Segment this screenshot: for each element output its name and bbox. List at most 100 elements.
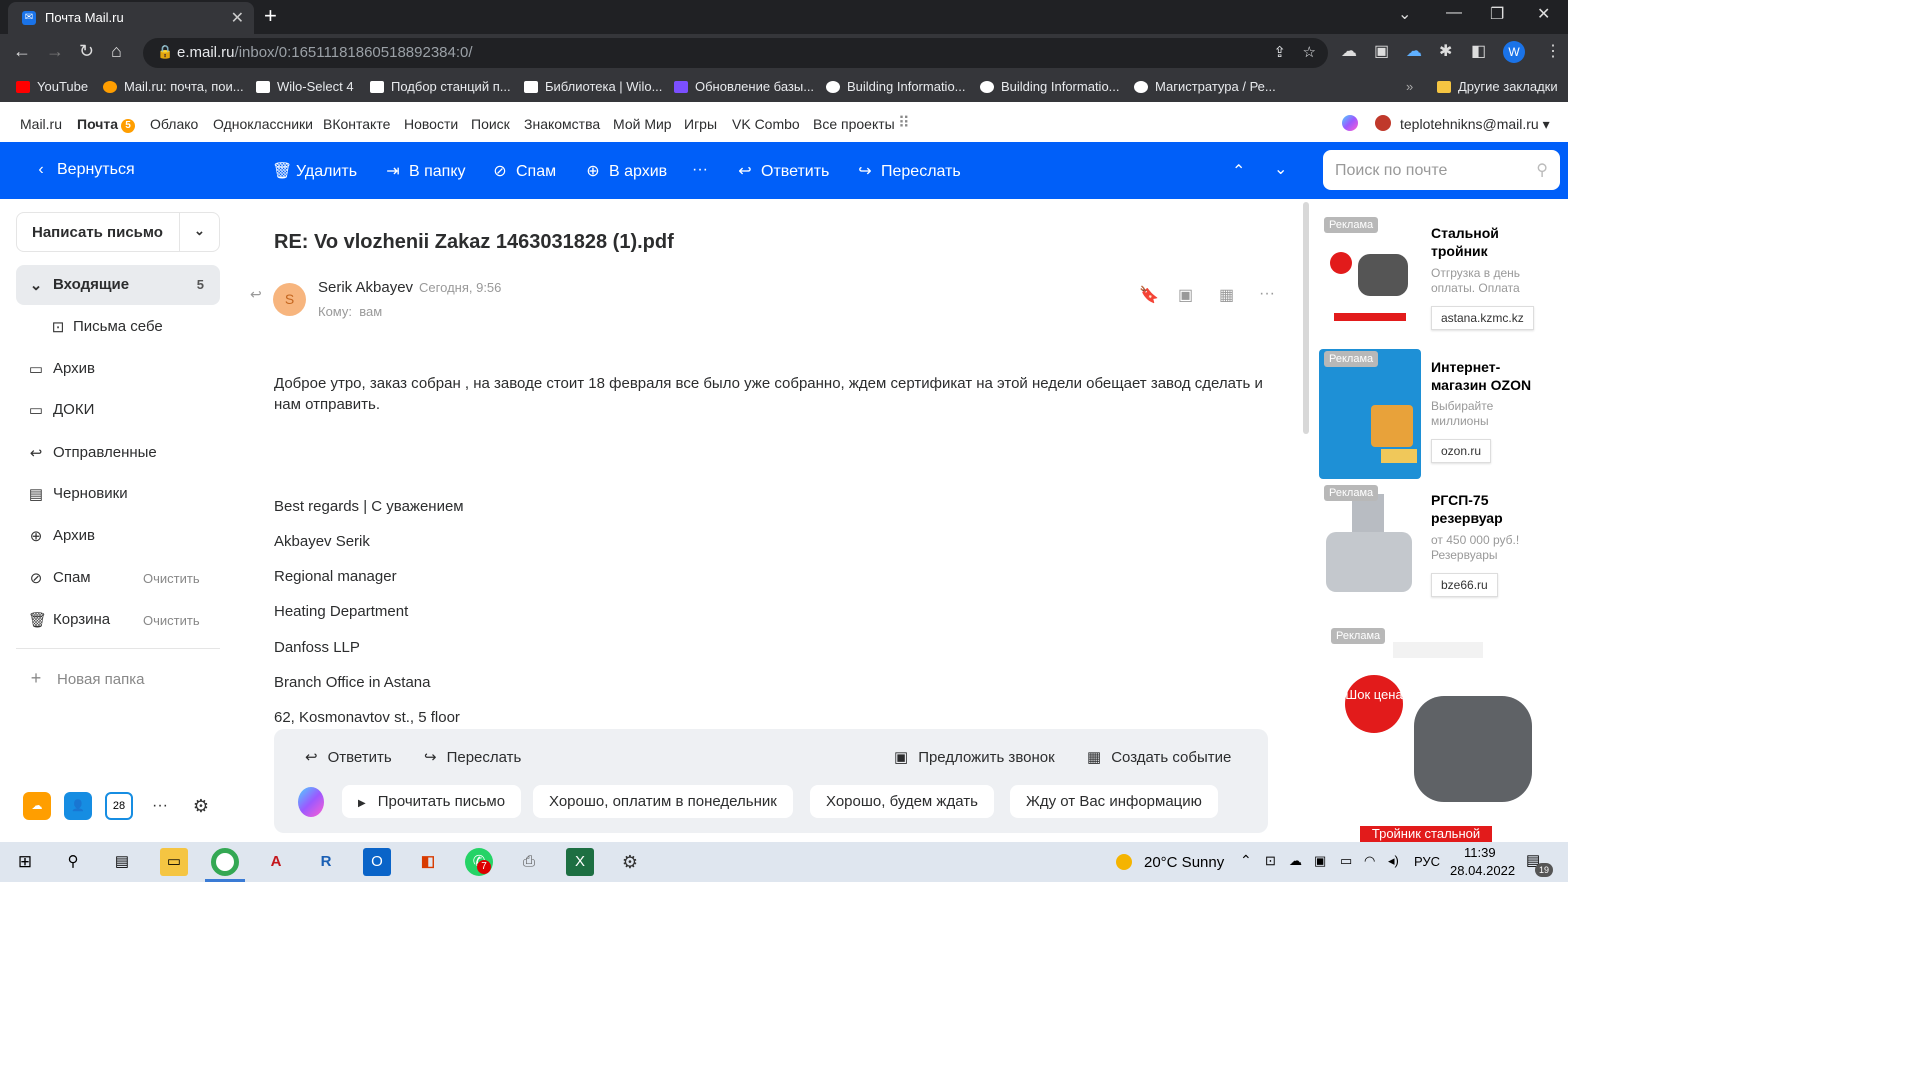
portal-link-vkcombo[interactable]: VK Combo — [732, 116, 800, 132]
search-icon[interactable]: ⚲ — [59, 848, 87, 876]
language-indicator[interactable]: РУС — [1414, 854, 1440, 869]
cloud-app-icon[interactable]: ☁ — [23, 792, 51, 820]
reply-button[interactable]: ↩ Ответить — [737, 161, 829, 181]
chevron-down-icon[interactable]: ⌄ — [28, 276, 44, 294]
forward-button[interactable]: ↪ Переслать — [857, 161, 960, 181]
folder-to-self[interactable]: ⊡ Письма себе — [16, 307, 220, 347]
portal-link-news[interactable]: Новости — [404, 116, 458, 132]
portal-link-search[interactable]: Поиск — [471, 116, 510, 132]
contacts-app-icon[interactable]: 👤 — [64, 792, 92, 820]
archive-button[interactable]: ⊕ В архив — [585, 161, 667, 181]
bookmark-item[interactable]: YouTube — [16, 79, 88, 94]
portal-link-dating[interactable]: Знакомства — [524, 116, 600, 132]
ad-image[interactable] — [1319, 349, 1421, 479]
ad-link[interactable]: astana.kzmc.kz — [1431, 306, 1534, 330]
account-email[interactable]: teplotehnikns@mail.ru ▾ — [1400, 116, 1550, 133]
portal-link-ok[interactable]: Одноклассники — [213, 116, 313, 132]
reload-icon[interactable]: ↻ — [79, 41, 94, 62]
bookmark-item[interactable]: Building Informatio... — [826, 79, 966, 94]
calendar-app-icon[interactable]: 28 — [105, 792, 133, 820]
compose-button[interactable]: Написать письмо ⌄ — [16, 212, 220, 252]
ad-title[interactable]: Стальной тройник — [1431, 224, 1551, 260]
settings-gear-icon[interactable]: ⚙ — [616, 848, 644, 876]
move-to-folder-button[interactable]: ⇥ В папку — [385, 161, 465, 181]
browser-tab[interactable]: ✉ Почта Mail.ru ✕ — [8, 2, 254, 34]
settings-gear-icon[interactable]: ⚙ — [187, 792, 215, 820]
ad-link[interactable]: bze66.ru — [1431, 573, 1498, 597]
more-actions-button[interactable]: ··· — [692, 161, 708, 179]
user-avatar[interactable] — [1375, 115, 1391, 131]
chevron-down-icon[interactable]: ⌄ — [194, 223, 205, 239]
read-aloud-chip[interactable]: ▶ Прочитать письмо — [342, 785, 522, 818]
video-call-icon[interactable]: ▣ — [1178, 285, 1193, 305]
panel-forward-button[interactable]: ↪ Переслать — [424, 748, 521, 766]
portal-link-mail[interactable]: Почта 5 — [77, 116, 136, 133]
marusia-icon[interactable] — [1342, 115, 1358, 131]
weather-text[interactable]: 20°C Sunny — [1144, 854, 1224, 871]
sender-avatar[interactable]: S — [273, 283, 306, 316]
onedrive-icon[interactable]: ☁ — [1289, 853, 1302, 869]
clock-date[interactable]: 28.04.2022 — [1450, 863, 1515, 878]
cloud-extension-icon[interactable]: ☁ — [1341, 41, 1357, 61]
spam-button[interactable]: ⊘ Спам — [492, 161, 556, 181]
minimize-button[interactable]: — — [1446, 4, 1462, 22]
tee-pipe-image[interactable] — [1414, 696, 1532, 802]
tray-chevron-up-icon[interactable]: ⌃ — [1240, 852, 1252, 869]
more-icon[interactable]: ··· — [1259, 285, 1275, 303]
bookmark-item[interactable]: Mail.ru: почта, пои... — [103, 79, 244, 94]
bookmark-icon[interactable]: 🔖 — [1139, 285, 1159, 305]
clear-spam-link[interactable]: Очистить — [143, 571, 200, 586]
marusia-icon[interactable] — [298, 787, 324, 817]
sender-name[interactable]: Serik Akbayev — [318, 279, 413, 296]
ad-link[interactable]: ozon.ru — [1431, 439, 1492, 463]
portal-link-mymir[interactable]: Мой Мир — [613, 116, 672, 132]
delete-button[interactable]: 🗑 Удалить — [272, 161, 357, 181]
quick-reply-chip[interactable]: Хорошо, будем ждать — [810, 785, 994, 818]
quick-reply-chip[interactable]: Жду от Вас информацию — [1010, 785, 1218, 818]
scrollbar[interactable] — [1303, 202, 1309, 434]
portal-link-games[interactable]: Игры — [684, 116, 717, 132]
portal-link-vk[interactable]: ВКонтакте — [323, 116, 390, 132]
new-tab-button[interactable]: + — [264, 3, 277, 29]
bookmark-item[interactable]: Магистратура / Ре... — [1134, 79, 1276, 94]
tab-search-icon[interactable]: ⌄ — [1398, 4, 1411, 24]
task-view-icon[interactable]: ▤ — [108, 848, 136, 876]
bookmark-item[interactable]: Библиотека | Wilo... — [524, 79, 662, 94]
folder-docs[interactable]: ▭ ДОКИ — [16, 390, 220, 430]
menu-icon[interactable]: ⋮ — [1545, 41, 1561, 61]
ad-title[interactable]: РГСП-75 резервуар — [1431, 491, 1551, 527]
apps-grid-icon[interactable]: ⠿ — [898, 113, 910, 133]
portal-link-all[interactable]: Все проекты — [813, 116, 895, 132]
more-apps-icon[interactable]: ··· — [146, 792, 174, 820]
forward-icon[interactable]: → — [46, 41, 64, 62]
bookmark-item[interactable]: Building Informatio... — [980, 79, 1120, 94]
office-icon[interactable]: ◧ — [414, 848, 442, 876]
tray-icon[interactable]: ▣ — [1314, 853, 1326, 869]
side-panel-icon[interactable]: ◧ — [1471, 41, 1486, 61]
more-bookmarks-icon[interactable]: » — [1406, 79, 1413, 94]
clear-trash-link[interactable]: Очистить — [143, 613, 200, 628]
maximize-button[interactable]: ❐ — [1490, 4, 1504, 24]
profile-avatar[interactable]: W — [1503, 41, 1525, 63]
printer-icon[interactable]: ⎙ — [515, 848, 543, 876]
battery-icon[interactable]: ▭ — [1340, 853, 1352, 869]
tray-icon[interactable]: ⊡ — [1265, 853, 1276, 869]
star-icon[interactable]: ☆ — [1303, 43, 1316, 61]
close-window-button[interactable]: ✕ — [1537, 4, 1550, 24]
bookmark-item[interactable]: Wilo-Select 4 — [256, 79, 354, 94]
back-icon[interactable]: ← — [13, 41, 31, 62]
next-message-icon[interactable]: ⌄ — [1274, 159, 1287, 179]
portal-link-cloud[interactable]: Облако — [150, 116, 198, 132]
quick-reply-chip[interactable]: Хорошо, оплатим в понедельник — [533, 785, 793, 818]
home-icon[interactable]: ⌂ — [111, 41, 122, 62]
propose-call-button[interactable]: ▣ Предложить звонок — [894, 748, 1055, 766]
excel-icon[interactable]: X — [566, 848, 594, 876]
calendar-icon[interactable]: ▦ — [1219, 285, 1234, 305]
new-folder-button[interactable]: + Новая папка — [16, 660, 220, 700]
cloud-sync-icon[interactable]: ☁ — [1406, 41, 1422, 61]
create-event-button[interactable]: ▦ Создать событие — [1087, 748, 1231, 766]
prev-message-icon[interactable]: ⌃ — [1232, 161, 1245, 181]
portal-link-mailru[interactable]: Mail.ru — [20, 116, 62, 132]
folder-sent[interactable]: ↩ Отправленные — [16, 433, 220, 473]
ad-image[interactable] — [1320, 484, 1420, 614]
